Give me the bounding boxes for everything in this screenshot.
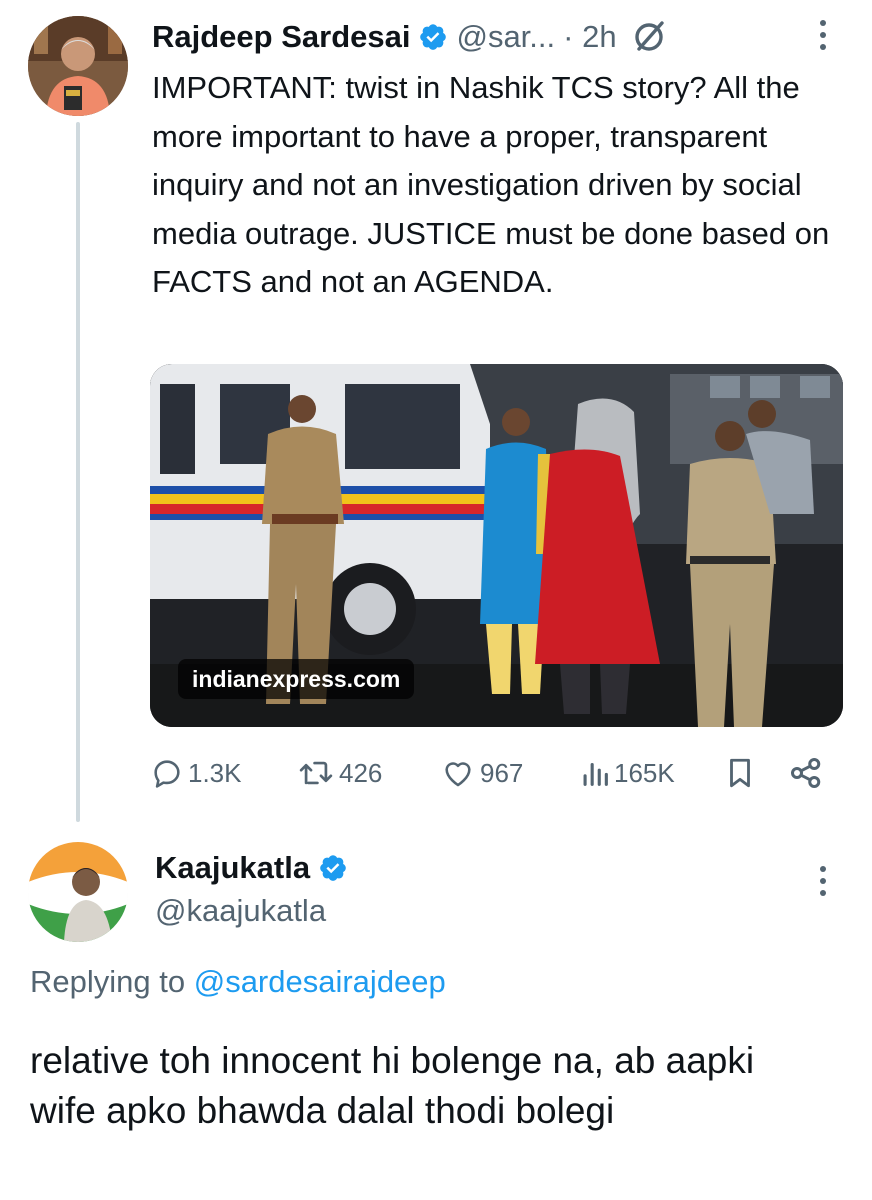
tweet-action-bar: 1.3K 426 967 165K (150, 748, 850, 798)
more-icon[interactable] (818, 866, 828, 900)
share-icon (791, 758, 821, 788)
thread-connector-line (76, 122, 80, 822)
reply-button[interactable]: 1.3K (150, 748, 242, 798)
like-icon (445, 762, 471, 787)
author-handle[interactable]: @sar... (456, 19, 555, 55)
author-name[interactable]: Rajdeep Sardesai (152, 19, 410, 55)
replying-to-label: Replying to (30, 964, 186, 999)
bookmark-button[interactable] (723, 748, 757, 798)
repost-count: 426 (339, 757, 383, 788)
views-icon (583, 762, 608, 786)
share-button[interactable] (788, 748, 824, 798)
tweet-time[interactable]: · 2h (563, 19, 616, 55)
replying-to-line: Replying to @sardesairajdeep (30, 964, 446, 1000)
reply-author-handle[interactable]: @kaajukatla (155, 893, 326, 929)
grok-icon[interactable] (631, 19, 667, 55)
bookmark-icon (730, 758, 750, 788)
reply-icon (154, 760, 180, 788)
tweet-text: IMPORTANT: twist in Nashik TCS story? Al… (152, 70, 830, 299)
views-count: 165K (614, 757, 675, 788)
more-icon[interactable] (818, 20, 828, 54)
reply-count: 1.3K (188, 757, 242, 788)
repost-icon (299, 761, 333, 785)
repost-button[interactable]: 426 (297, 748, 382, 798)
reply-header: Kaajukatla (155, 846, 348, 890)
link-domain-badge[interactable]: indianexpress.com (178, 659, 415, 699)
verified-badge-icon (420, 24, 447, 50)
like-button[interactable]: 967 (440, 748, 523, 798)
tweet-header: Rajdeep Sardesai @sar... · 2h (152, 14, 667, 60)
reply-text: relative toh innocent hi bolenge na, ab … (30, 1040, 755, 1131)
avatar[interactable] (28, 16, 128, 116)
like-count: 967 (480, 757, 524, 788)
views-button[interactable]: 165K (580, 748, 675, 798)
reply-author-name[interactable]: Kaajukatla (155, 850, 310, 886)
verified-badge-icon (320, 855, 346, 881)
replying-to-mention[interactable]: @sardesairajdeep (194, 964, 446, 999)
avatar[interactable] (28, 842, 128, 942)
